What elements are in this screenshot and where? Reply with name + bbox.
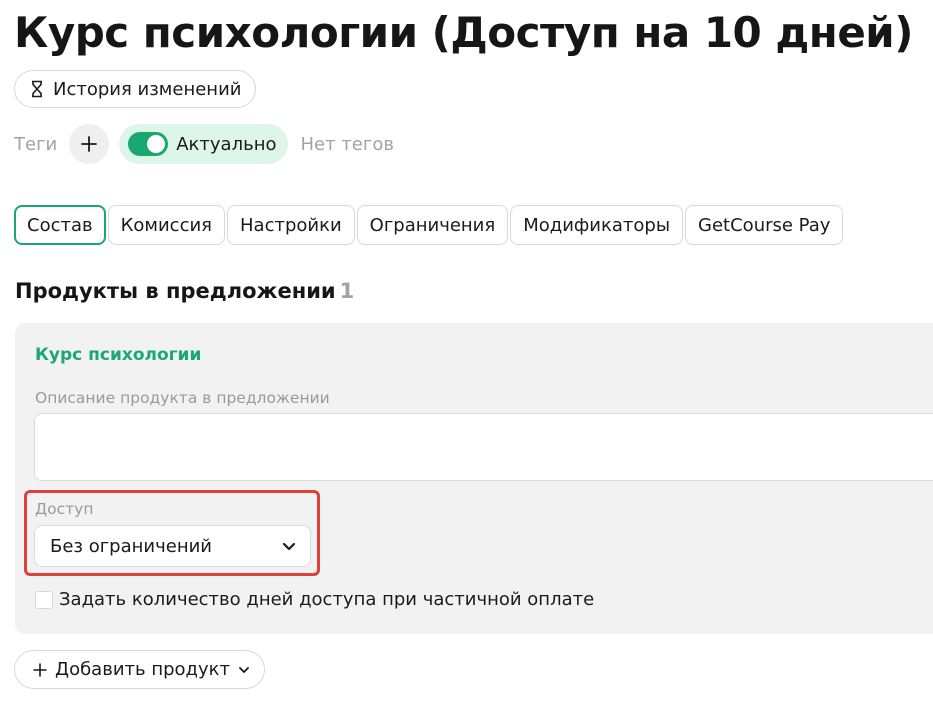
tags-row: Теги Актуально Нет тегов (14, 124, 394, 164)
hourglass-icon (29, 80, 45, 98)
products-section-title: Продукты в предложении 1 (15, 279, 354, 303)
plus-icon (33, 662, 47, 677)
history-button-label: История изменений (53, 78, 242, 100)
product-card: Курс психологии Описание продукта в пред… (15, 323, 933, 634)
chevron-down-icon (238, 665, 250, 675)
tabs-bar: Состав Комиссия Настройки Ограничения Мо… (14, 205, 844, 245)
tab-commission[interactable]: Комиссия (107, 205, 225, 245)
products-section-label: Продукты в предложении (15, 279, 336, 303)
tab-restrictions[interactable]: Ограничения (356, 205, 509, 245)
add-product-button[interactable]: Добавить продукт (14, 650, 265, 689)
tab-modifiers[interactable]: Модификаторы (510, 205, 684, 245)
actual-toggle-label: Актуально (176, 133, 277, 155)
tab-getcourse-pay[interactable]: GetCourse Pay (685, 205, 844, 245)
chevron-down-icon (282, 541, 296, 551)
plus-icon (81, 136, 98, 152)
toggle-knob (147, 135, 166, 153)
tab-sostav[interactable]: Состав (14, 205, 106, 245)
access-select[interactable]: Без ограничений (34, 525, 311, 567)
offer-page: Курс психологии (Доступ на 10 дней) Исто… (0, 0, 933, 708)
history-button[interactable]: История изменений (14, 70, 257, 108)
add-tag-button[interactable] (69, 124, 110, 164)
partial-payment-days-label[interactable]: Задать количество дней доступа при части… (59, 589, 594, 610)
tags-label: Теги (14, 133, 58, 155)
products-count: 1 (339, 279, 355, 303)
actual-toggle-switch[interactable] (128, 132, 169, 156)
page-title: Курс психологии (Доступ на 10 дней) (14, 8, 913, 57)
tab-settings[interactable]: Настройки (227, 205, 355, 245)
description-label: Описание продукта в предложении (35, 389, 330, 407)
access-label: Доступ (35, 500, 94, 518)
partial-payment-days-checkbox[interactable] (35, 590, 53, 609)
add-product-label: Добавить продукт (55, 659, 230, 680)
description-input[interactable] (34, 413, 933, 481)
product-name-link[interactable]: Курс психологии (35, 345, 201, 365)
no-tags-text: Нет тегов (300, 133, 394, 155)
access-select-value: Без ограничений (50, 535, 212, 557)
partial-payment-days-row: Задать количество дней доступа при части… (35, 589, 594, 610)
actual-toggle-pill[interactable]: Актуально (119, 124, 289, 164)
